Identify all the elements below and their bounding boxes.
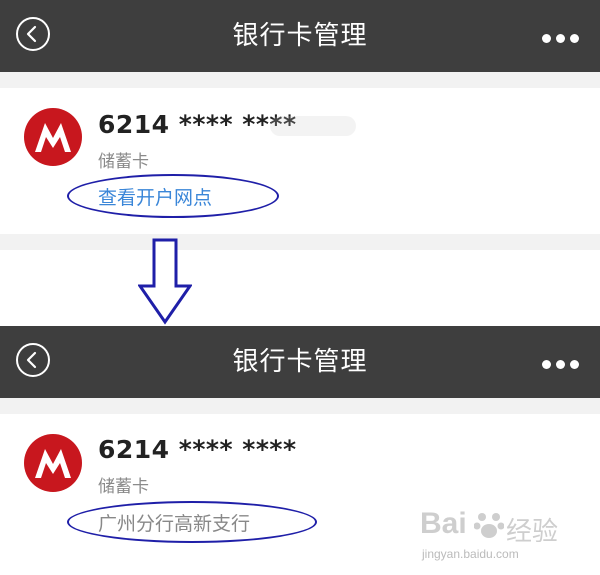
baidu-jingyan-watermark: Bai 经验 jingyan.baidu.com	[420, 507, 570, 569]
bank-logo-icon	[24, 434, 82, 492]
watermark-url: jingyan.baidu.com	[422, 547, 519, 561]
section-gap	[0, 72, 600, 88]
section-gap	[0, 398, 600, 414]
page-title: 银行卡管理	[232, 21, 368, 51]
navbar: 银行卡管理	[0, 326, 600, 398]
card-number: 6214 **** ****	[98, 435, 297, 464]
more-options-button[interactable]	[542, 28, 586, 44]
card-type: 储蓄卡	[98, 477, 149, 497]
dot-icon	[542, 360, 551, 369]
bank-logo-icon	[24, 108, 82, 166]
dot-icon	[556, 34, 565, 43]
more-options-button[interactable]	[542, 354, 586, 370]
dot-icon	[570, 34, 579, 43]
highlight-ellipse	[67, 174, 279, 218]
dot-icon	[542, 34, 551, 43]
bank-card-item[interactable]: 6214 **** **** 储蓄卡 查看开户网点	[0, 88, 600, 234]
section-gap	[0, 234, 600, 250]
card-number: 6214 **** ****	[98, 110, 297, 139]
dot-icon	[556, 360, 565, 369]
page-title: 银行卡管理	[232, 347, 368, 377]
watermark-brand: Bai	[420, 507, 467, 540]
card-type: 储蓄卡	[98, 152, 149, 172]
paw-icon	[474, 513, 504, 538]
navbar: 银行卡管理	[0, 0, 600, 72]
masked-digits	[270, 116, 356, 136]
watermark-brand-cn: 经验	[506, 517, 559, 547]
highlight-ellipse	[67, 501, 317, 543]
down-arrow-icon	[138, 238, 192, 325]
dot-icon	[570, 360, 579, 369]
